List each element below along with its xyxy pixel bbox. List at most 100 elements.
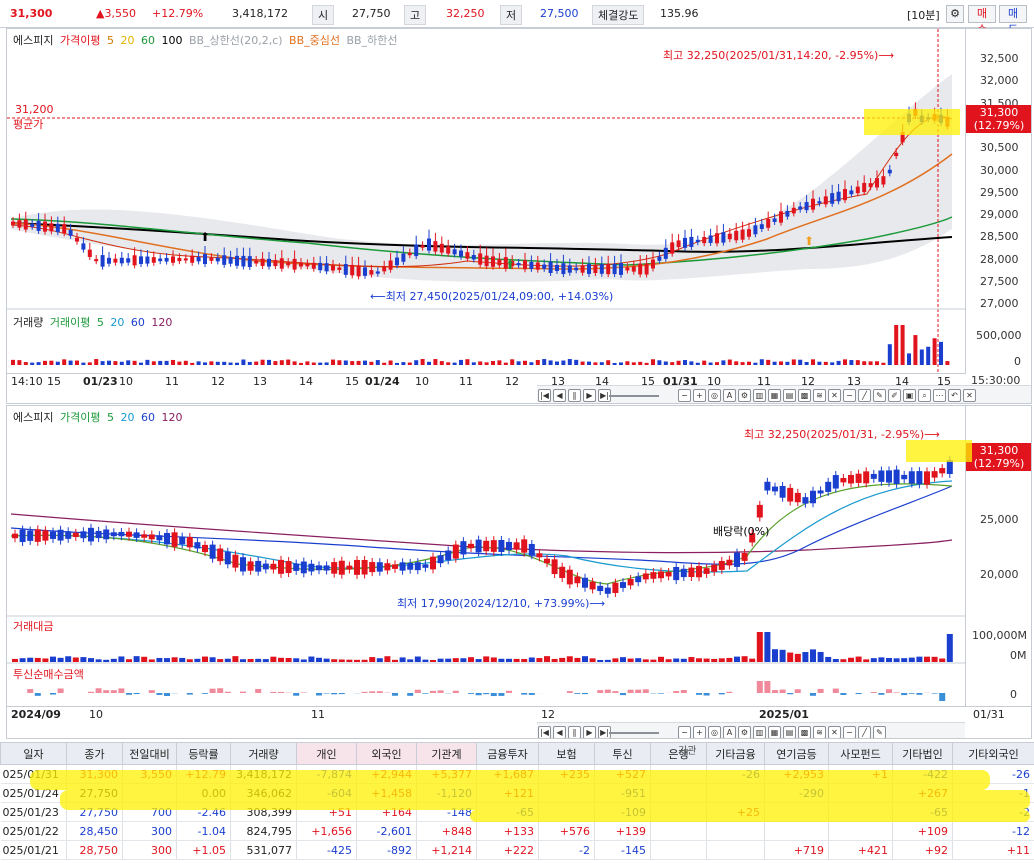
d-chart-type-icon[interactable]: ▥ [753, 726, 766, 738]
d-line-tool-icon[interactable]: ╱ [858, 726, 871, 738]
col-header[interactable]: 기타외국인 [952, 742, 1034, 765]
close-icon[interactable]: ✕ [963, 389, 976, 402]
indicator-icon[interactable]: ▦ [768, 389, 781, 402]
price-tick: 30,500 [980, 141, 1019, 155]
table-cell [122, 783, 177, 803]
pen-icon[interactable]: ✎ [873, 389, 886, 402]
col-header[interactable]: 전일대비 [122, 742, 177, 765]
d-first-icon[interactable]: |◀ [538, 726, 551, 738]
d-zoom-out-icon[interactable]: − [678, 726, 691, 738]
time-tick: 14:10 [11, 375, 43, 388]
col-header[interactable]: 외국인 [356, 742, 417, 765]
volume-legend: 거래량 거래이평 5 20 60 120 [13, 314, 175, 330]
more-icon[interactable]: ⋯ [933, 389, 946, 402]
period-selector[interactable]: [10분] [907, 7, 940, 23]
undo-icon[interactable]: ↶ [948, 389, 961, 402]
gear-icon[interactable]: ⚙ [946, 5, 964, 23]
pencil-icon[interactable]: ✐ [888, 389, 901, 402]
table-cell: 700 [122, 802, 177, 822]
chart-type-icon[interactable]: ▥ [753, 389, 766, 402]
table-row[interactable]: 025/01/22 28,450 300 -1.04 824,795 +1,656 -2,6… [0, 821, 1034, 841]
prev-icon[interactable]: ◀ [553, 389, 566, 402]
next-icon[interactable]: ▶ [583, 389, 596, 402]
settings-icon[interactable]: ⚙ [738, 389, 751, 402]
table-cell: -2 [538, 840, 595, 860]
daily-candles [12, 456, 953, 598]
d-zoom-in-icon[interactable]: + [693, 726, 706, 738]
d-settings-icon[interactable]: ⚙ [738, 726, 751, 738]
table-cell: +5,377 [416, 764, 477, 784]
col-header[interactable]: 등락률 [176, 742, 231, 765]
d-table-icon[interactable]: ▤ [783, 726, 796, 738]
amount-tick-top: 100,000M [972, 629, 1027, 642]
text-tool-icon[interactable]: A [723, 389, 736, 402]
zoom-reset-icon[interactable]: ◎ [708, 389, 721, 402]
table-cell: +92 [892, 840, 953, 860]
search-icon[interactable]: ⌕ [918, 389, 931, 402]
col-header[interactable]: 연기금등 [764, 742, 829, 765]
d-compare-icon[interactable]: ≋ [813, 726, 826, 738]
table-row[interactable]: 025/01/21 28,750 300 +1.05 531,077 -425 -892 +1… [0, 840, 1034, 860]
col-header[interactable]: 사모펀드 [828, 742, 893, 765]
price-tick: 28,000 [980, 252, 1019, 266]
table-row[interactable]: 025/01/24 27,750 0.00 346,062 -604 +1,458 -1,1… [0, 783, 1034, 803]
col-header[interactable]: 투신 [594, 742, 651, 765]
daily-min-annotation: 최저 17,990(2024/12/10, +73.99%)⟶ [397, 597, 605, 610]
buy-button[interactable]: 매수 [968, 5, 996, 36]
intraday-chart-panel: 에스피지 가격이평 5 20 60 100 BB_상한선(20,2,c) BB_… [6, 28, 1032, 404]
time-tick: 10 [119, 375, 133, 388]
col-header[interactable]: 금융투자 [476, 742, 539, 765]
col-header[interactable]: 기타금융 [706, 742, 765, 765]
d-zoom-reset-icon[interactable]: ◎ [708, 726, 721, 738]
col-header[interactable]: 개인 [296, 742, 357, 765]
first-icon[interactable]: |◀ [538, 389, 551, 402]
table-cell: 28,750 [66, 840, 123, 860]
d-pen-icon[interactable]: ✎ [873, 726, 886, 738]
save-icon[interactable]: ▣ [903, 389, 916, 402]
pause-icon[interactable]: ∥ [568, 389, 581, 402]
table-cell: -65 [892, 802, 953, 822]
col-header[interactable]: 종가 [66, 742, 123, 765]
chart2-toolbar: |◀ ◀ ∥ ▶ ▶| − + ◎ A ⚙ ▥ ▦ ▤ ▩ ≋ ✕ − ╱ ✎ [537, 722, 965, 738]
d-zoom-slider[interactable] [609, 732, 659, 734]
d-prev-icon[interactable]: ◀ [553, 726, 566, 738]
col-header[interactable]: 기타법인 [892, 742, 953, 765]
table-icon[interactable]: ▤ [783, 389, 796, 402]
col-header[interactable]: 일자 [0, 742, 67, 765]
zoom-out-icon[interactable]: − [678, 389, 691, 402]
d-next-icon[interactable]: ▶ [583, 726, 596, 738]
d-grid-icon[interactable]: ▩ [798, 726, 811, 738]
zoom-in-icon[interactable]: + [693, 389, 706, 402]
bollinger-band [11, 74, 952, 282]
d-cross-icon[interactable]: ✕ [828, 726, 841, 738]
col-header[interactable]: 거래량 [230, 742, 297, 765]
investor-table: 일자 종가 전일대비 등락률 거래량 개인 외국인 기관계 금융투자 보험 투신 은행 기타금융 연기금등… [0, 742, 1034, 863]
daily-last-price: 31,300 [979, 444, 1019, 457]
avg-price-label: 평균가 [13, 118, 43, 131]
daily-tick-20000: 20,000 [980, 568, 1019, 581]
table-row[interactable]: 025/01/23 27,750 700 -2.46 308,399 +51 +164 -14… [0, 802, 1034, 822]
cross-icon[interactable]: ✕ [828, 389, 841, 402]
table-cell: +1,656 [296, 821, 357, 841]
d-text-tool-icon[interactable]: A [723, 726, 736, 738]
table-row[interactable]: 025/01/31 31,300 3,550 +12.79 3,418,172 -7,87… [0, 764, 1034, 784]
sell-button[interactable]: 매도 [999, 5, 1027, 36]
col-header[interactable]: 보험 [538, 742, 595, 765]
d-indicator-icon[interactable]: ▦ [768, 726, 781, 738]
table-cell: 025/01/23 [0, 802, 67, 822]
low-label: 저 [500, 5, 523, 25]
volume-value: 3,418,172 [232, 7, 288, 20]
d-pause-icon[interactable]: ∥ [568, 726, 581, 738]
compare-icon[interactable]: ≋ [813, 389, 826, 402]
grid-icon[interactable]: ▩ [798, 389, 811, 402]
zoom-slider[interactable] [609, 395, 659, 397]
strength-value: 135.96 [660, 7, 699, 20]
col-header[interactable]: 기관계 [416, 742, 477, 765]
table-cell: 025/01/21 [0, 840, 67, 860]
line-tool-icon[interactable]: ╱ [858, 389, 871, 402]
table-cell: 025/01/31 [0, 764, 67, 784]
d-minus-icon[interactable]: − [843, 726, 856, 738]
daily-tick-25000: 25,000 [980, 513, 1019, 526]
daily-x-tick-12: 12 [541, 708, 555, 721]
minus-icon[interactable]: − [843, 389, 856, 402]
